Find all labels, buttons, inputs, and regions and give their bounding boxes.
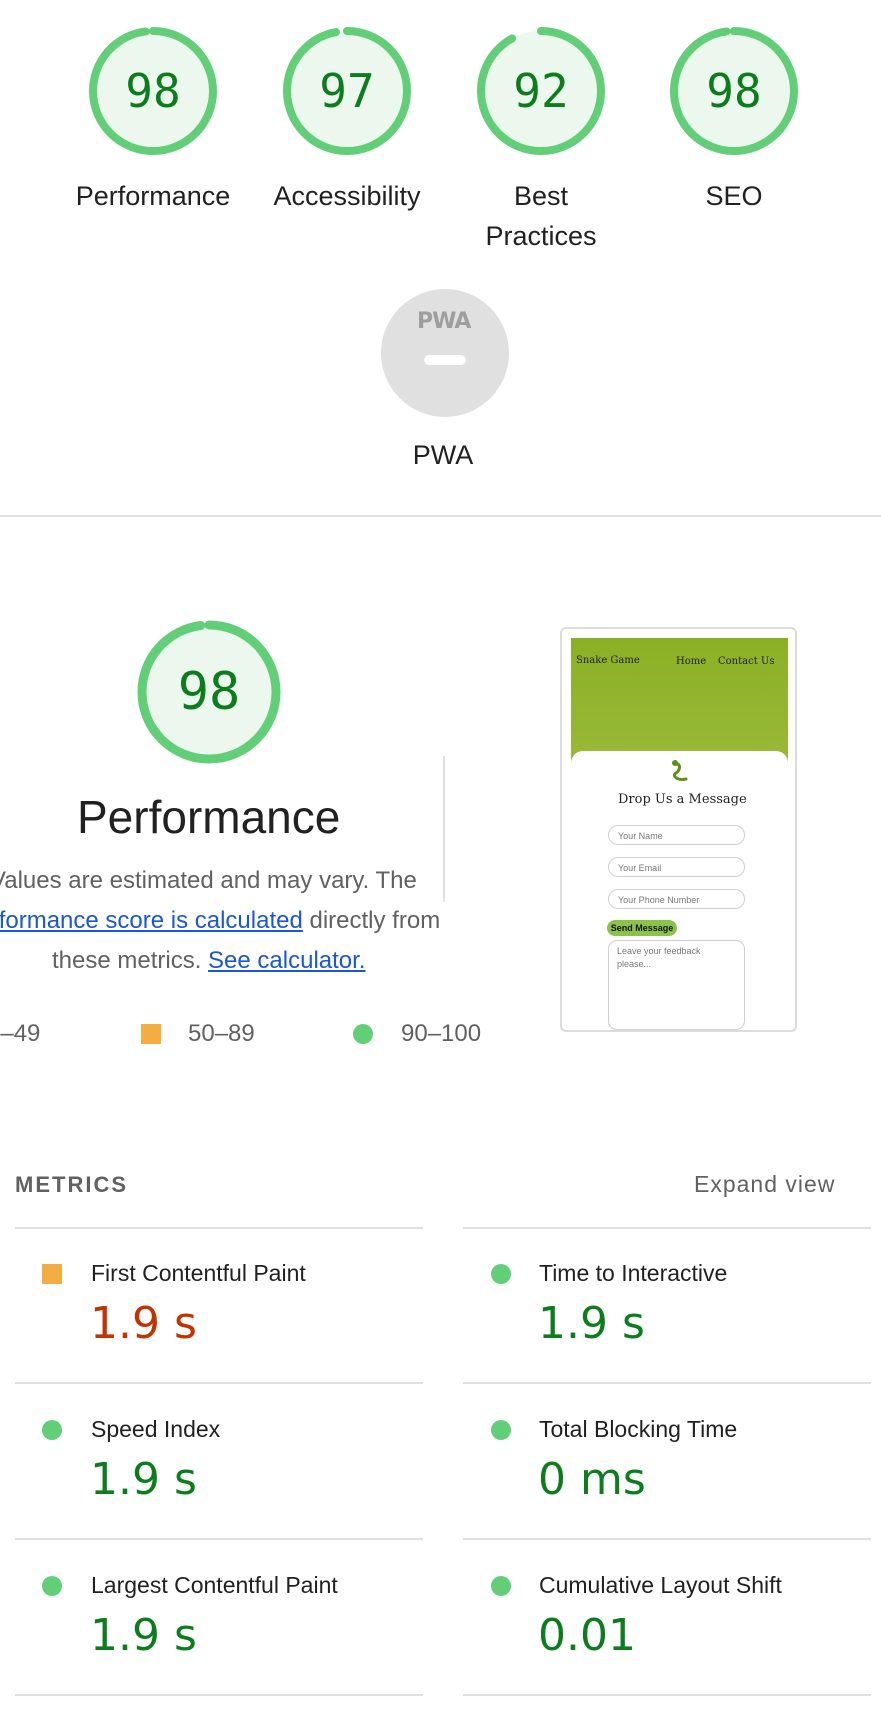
gauge-label-accessibility: Accessibility <box>273 181 421 211</box>
see-calculator-link[interactable]: See calculator. <box>208 947 365 974</box>
thumbnail-phone-field: Your Phone Number <box>608 889 745 909</box>
gauge-label-seo: SEO <box>705 181 763 211</box>
metrics-divider <box>463 1227 871 1229</box>
legend-average-square-icon <box>141 1024 161 1044</box>
vertical-divider <box>443 756 445 902</box>
performance-description-line2: performance score is calculated directly… <box>0 901 440 941</box>
thumbnail-feedback-field: Leave your feedback please... <box>608 940 745 1030</box>
final-screenshot-thumbnail[interactable]: Snake Game Home Contact Us Drop Us a Mes… <box>560 627 797 1032</box>
metric-label-fcp: First Contentful Paint <box>91 1260 306 1286</box>
metric-value-speed-index: 1.9 s <box>90 1454 197 1505</box>
gauge-score: 98 <box>706 64 762 118</box>
gauge-pwa[interactable]: PWA <box>379 287 511 419</box>
legend-pass-dot-icon <box>353 1024 373 1044</box>
pwa-badge-circle <box>381 289 509 417</box>
snake-icon <box>672 760 688 781</box>
thumbnail-send-button: Send Message <box>607 920 677 936</box>
thumbnail-email-field: Your Email <box>608 857 745 877</box>
metrics-divider <box>463 1382 871 1384</box>
gauge-seo[interactable]: 98 <box>668 25 800 157</box>
metric-value-lcp: 1.9 s <box>90 1610 197 1661</box>
performance-description-line3: these metrics. See calculator. <box>52 941 365 981</box>
score-calculated-link[interactable]: performance score is calculated <box>0 907 303 934</box>
performance-description: Values are estimated and may vary. The <box>0 861 417 901</box>
metrics-divider <box>463 1694 871 1696</box>
pwa-logo-icon: PWA <box>417 309 471 334</box>
pass-dot-icon <box>491 1420 511 1440</box>
gauge-label-line: Best <box>513 181 569 211</box>
metric-value-tbt: 0 ms <box>538 1454 646 1505</box>
metric-label-tbt: Total Blocking Time <box>539 1416 738 1442</box>
performance-heading: Performance <box>77 791 341 843</box>
metrics-divider <box>15 1382 423 1384</box>
gauge-label-pwa: PWA <box>412 440 474 470</box>
metric-label-cls: Cumulative Layout Shift <box>539 1572 782 1598</box>
gauge-performance[interactable]: 98 <box>87 25 219 157</box>
pass-dot-icon <box>491 1576 511 1596</box>
pass-dot-icon <box>491 1264 511 1284</box>
metrics-divider <box>15 1694 423 1696</box>
desc-text: these metrics. <box>52 947 209 974</box>
metrics-divider <box>15 1227 423 1229</box>
gauge-score: 97 <box>319 64 375 118</box>
desc-text: Values are estimated and may vary. The <box>0 867 417 894</box>
metrics-divider <box>463 1538 871 1540</box>
pass-dot-icon <box>42 1576 62 1596</box>
legend-pass: 90–100 <box>401 1020 482 1047</box>
gauge-accessibility[interactable]: 97 <box>281 25 413 157</box>
pass-dot-icon <box>42 1420 62 1440</box>
metric-value-tti: 1.9 s <box>538 1298 645 1349</box>
gauge-score: 92 <box>513 64 569 118</box>
thumbnail-site-title: Snake Game <box>576 655 640 666</box>
average-square-icon <box>42 1264 62 1284</box>
metric-value-cls: 0.01 <box>538 1610 636 1661</box>
legend-fail: 0–49 <box>0 1020 41 1047</box>
pwa-dash-icon <box>424 355 466 365</box>
thumbnail-nav-contact: Contact Us <box>718 656 775 667</box>
performance-score-gauge: 98 <box>135 618 283 766</box>
desc-text: directly from <box>302 907 441 934</box>
gauge-label-performance: Performance <box>75 181 231 211</box>
expand-view-toggle[interactable]: Expand view <box>694 1171 835 1198</box>
metric-label-speed-index: Speed Index <box>91 1416 221 1442</box>
legend-average: 50–89 <box>188 1020 255 1047</box>
thumbnail-nav-home: Home <box>676 656 707 667</box>
metrics-divider <box>15 1538 423 1540</box>
section-divider <box>0 515 881 517</box>
metric-value-fcp: 1.9 s <box>90 1298 197 1349</box>
thumbnail-form-title: Drop Us a Message <box>618 792 747 807</box>
metric-label-lcp: Largest Contentful Paint <box>91 1572 338 1598</box>
gauge-label-line: Practices <box>485 221 597 251</box>
metric-label-tti: Time to Interactive <box>539 1260 728 1286</box>
metrics-title: METRICS <box>15 1172 128 1197</box>
gauge-best-practices[interactable]: 92 <box>475 25 607 157</box>
performance-score: 98 <box>177 662 241 722</box>
gauge-label-best-practices: Best Practices <box>441 176 641 256</box>
gauge-score: 98 <box>125 64 181 118</box>
thumbnail-name-field: Your Name <box>608 825 745 845</box>
